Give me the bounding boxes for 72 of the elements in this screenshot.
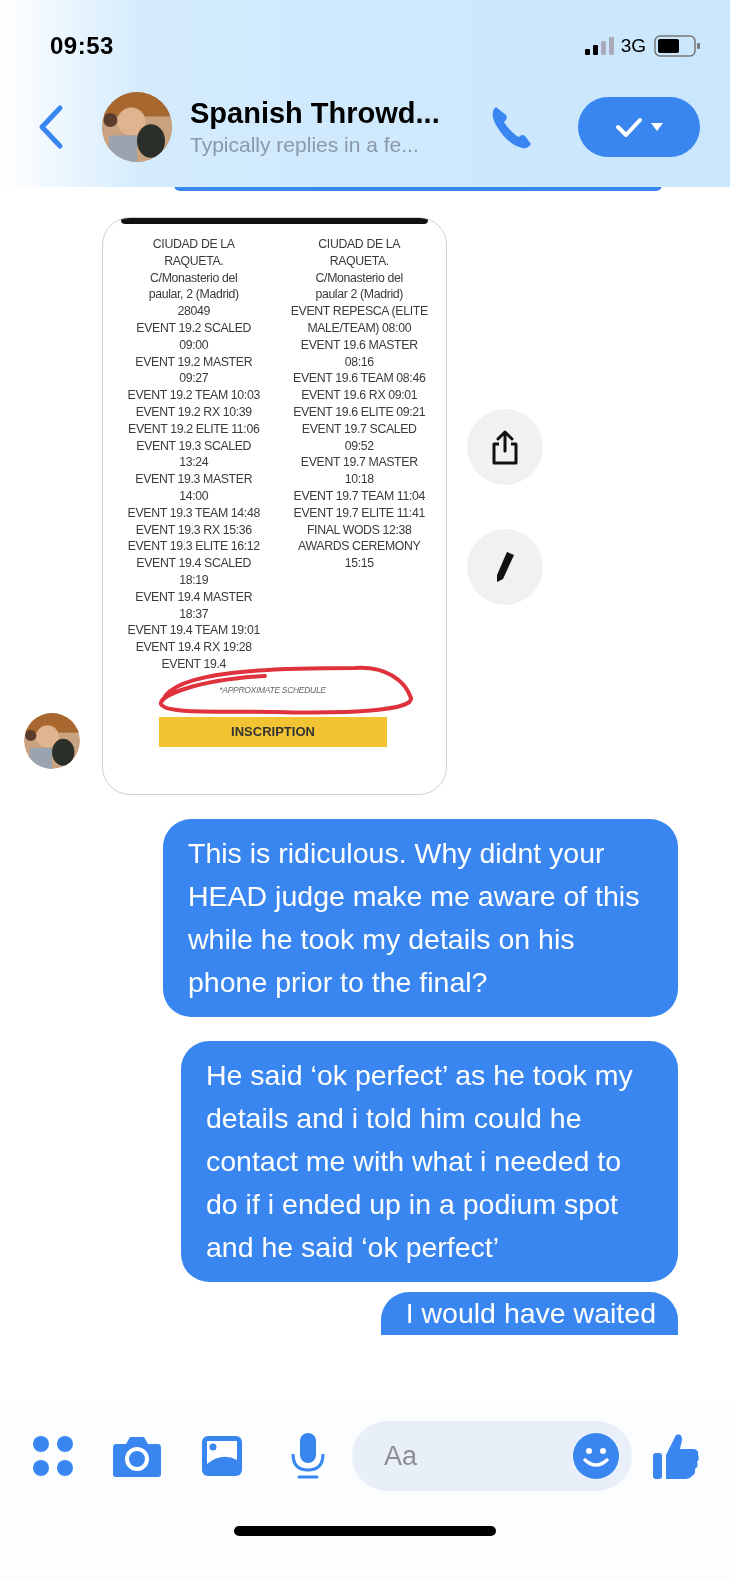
schedule-line: 09:27 [179,370,209,388]
schedule-line: 18:37 [179,605,209,623]
contact-name: Spanish Throwd... [190,97,441,130]
schedule-line: EVENT 19.4 MASTER [135,588,253,606]
schedule-line: paular 2 (Madrid) [315,286,404,304]
message-bubble: I would have waited [380,1292,678,1335]
schedule-line: EVENT 19.4 SCALED [136,555,252,572]
microphone-icon[interactable] [290,1432,326,1480]
schedule-line: 18:19 [179,571,209,589]
schedule-line: 14:00 [179,487,209,505]
schedule-line: AWARDS CEREMONY [298,538,421,556]
schedule-line: paular, 2 (Madrid) [148,286,239,304]
caret-icon [651,123,663,131]
schedule-line: EVENT 19.6 RX 09:01 [301,387,418,404]
schedule-line: EVENT 19.3 MASTER [135,471,253,488]
schedule-line: EVENT 19.2 MASTER [135,353,253,371]
schedule-line: EVENT 19.6 MASTER [300,336,418,354]
status-time: 09:53 [50,32,115,60]
schedule-line: EVENT 19.6 TEAM 08:46 [293,370,426,388]
message-field[interactable]: Aa [352,1421,632,1491]
avatar[interactable] [102,92,172,162]
options-button[interactable] [578,97,700,157]
schedule-line: 09:00 [179,336,209,354]
schedule-line: 15:15 [344,555,374,572]
schedule-line: 28049 [177,303,210,320]
schedule-line: EVENT 19.6 ELITE 09:21 [293,403,426,421]
schedule-line: 13:24 [179,454,209,472]
schedule-line: EVENT 19.7 MASTER [300,454,418,472]
schedule-line: 09:52 [344,437,374,455]
schedule-line: EVENT 19.3 SCALED [136,437,252,455]
apps-icon[interactable] [32,1435,74,1477]
schedule-note: *APPROXIMATE SCHEDULE [218,684,327,695]
schedule-line: RAQUETA. [164,252,224,270]
emoji-icon[interactable] [572,1432,620,1480]
battery-icon [654,35,700,57]
schedule-line: EVENT 19.4 RX 19:28 [135,639,252,656]
schedule-line: EVENT 19.7 ELITE 11:41 [293,504,425,522]
schedule-line: EVENT 19.2 SCALED [136,320,252,337]
signal-icon [584,37,615,55]
schedule-line: EVENT 19.4 [161,655,227,673]
schedule-line: C/Monasterio del [315,269,403,287]
contact-status: Typically replies in a fe... [190,133,420,157]
network-label: 3G [620,35,646,57]
schedule-line: FINAL WODS 12:38 [306,521,412,539]
schedule-line: EVENT REPESCA (ELITE [290,303,428,320]
schedule-line: EVENT 19.7 TEAM 11:04 [293,487,425,505]
message-bubble: This is ridiculous. Why didnt your HEAD judge make me aware of this while he took my details on his phone prior to the final? [163,819,678,1017]
schedule-line: EVENT 19.2 TEAM 10:03 [127,387,260,404]
schedule-image[interactable] [102,217,447,795]
schedule-line: 08:16 [344,353,374,371]
camera-icon[interactable] [112,1434,162,1478]
message-bubble: He said ‘ok perfect’ as he took my details and i told him could he contact me with what i needed to do if i ended up in a podium spot and he said ‘ok perfect’ [181,1041,678,1282]
schedule-line: EVENT 19.2 RX 10:39 [135,403,252,421]
schedule-line: EVENT 19.7 SCALED [301,420,417,438]
schedule-line: 10:18 [344,471,374,488]
avatar [24,713,80,769]
pencil-icon [494,550,516,584]
image-icon[interactable] [200,1434,244,1478]
inscription-button: INSCRIPTION [159,716,387,747]
check-icon [615,116,643,138]
schedule-line: EVENT 19.3 TEAM 14:48 [127,504,260,522]
schedule-line: RAQUETA. [329,252,389,270]
schedule-line: CIUDAD DE LA [152,236,235,253]
schedule-line: EVENT 19.2 ELITE 11:06 [128,420,260,438]
schedule-line: MALE/TEAM) 08:00 [307,320,412,337]
schedule-line: C/Monasterio del [150,269,238,287]
text-input[interactable]: Aa [382,1439,572,1473]
share-icon [490,429,520,465]
schedule-line: CIUDAD DE LA [318,236,401,253]
schedule-line: EVENT 19.4 TEAM 19:01 [127,622,260,640]
schedule-line: EVENT 19.3 ELITE 16:12 [127,538,260,556]
schedule-line: EVENT 19.3 RX 15:36 [135,521,252,539]
